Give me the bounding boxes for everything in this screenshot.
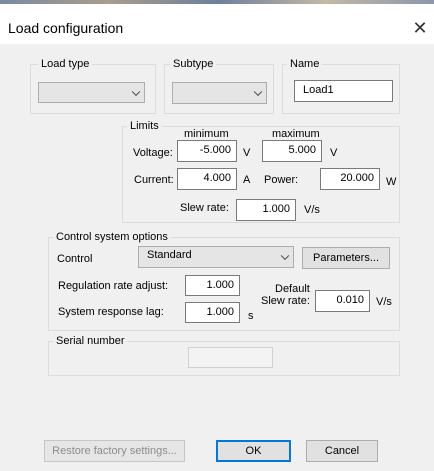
chevron-down-icon <box>131 87 141 96</box>
load-type-select[interactable] <box>38 82 145 103</box>
response-lag-input[interactable]: 1.000 <box>185 302 240 323</box>
maximum-header: maximum <box>272 128 320 140</box>
control-label: Control <box>57 253 93 265</box>
window-title: Load configuration <box>8 20 124 36</box>
response-lag-unit: s <box>248 310 254 322</box>
parameters-button[interactable]: Parameters... <box>302 247 390 269</box>
current-label: Current: <box>134 174 174 186</box>
power-input[interactable]: 20.000 <box>320 168 380 190</box>
default-slew-rate-input[interactable]: 0.010 <box>315 290 370 312</box>
voltage-max-input[interactable]: 5.000 <box>262 140 322 162</box>
regulation-rate-label: Regulation rate adjust: <box>58 280 169 292</box>
subtype-select[interactable] <box>172 82 267 104</box>
control-value: Standard <box>147 249 192 261</box>
serial-number-label: Serial number <box>53 335 128 347</box>
slew-rate-input[interactable]: 1.000 <box>236 199 296 221</box>
current-input[interactable]: 4.000 <box>177 168 237 190</box>
voltage-min-input[interactable]: -5.000 <box>177 140 237 162</box>
current-unit: A <box>243 174 251 186</box>
response-lag-label: System response lag: <box>58 306 164 318</box>
restore-factory-settings-button[interactable]: Restore factory settings... <box>44 440 185 462</box>
load-type-label: Load type <box>38 58 93 70</box>
title-bar: Load configuration ✕ <box>0 4 434 44</box>
slew-rate-label: Slew rate: <box>180 202 229 214</box>
close-icon[interactable]: ✕ <box>406 16 434 40</box>
name-label: Name <box>287 58 323 70</box>
cancel-button[interactable]: Cancel <box>306 440 378 462</box>
voltage-max-unit: V <box>330 147 338 159</box>
serial-number-field <box>188 347 273 368</box>
control-select[interactable]: Standard <box>138 246 294 268</box>
load-configuration-dialog: Load configuration ✕ Load type Subtype N… <box>0 0 434 471</box>
minimum-header: minimum <box>184 128 229 140</box>
power-unit: W <box>386 176 397 188</box>
subtype-label: Subtype <box>170 58 217 70</box>
regulation-rate-input[interactable]: 1.000 <box>185 275 240 296</box>
control-system-label: Control system options <box>53 231 171 243</box>
limits-label: Limits <box>127 120 162 132</box>
power-label: Power: <box>264 174 299 186</box>
voltage-label: Voltage: <box>133 147 173 159</box>
ok-button[interactable]: OK <box>216 440 291 462</box>
default-slew-rate-unit: V/s <box>376 296 392 308</box>
default-label: Default <box>275 283 310 295</box>
name-input[interactable]: Load1 <box>294 80 393 102</box>
chevron-down-icon <box>280 251 290 261</box>
voltage-min-unit: V <box>243 147 251 159</box>
chevron-down-icon <box>253 87 263 97</box>
default-slew-rate-label: Slew rate: <box>261 295 310 307</box>
slew-rate-unit: V/s <box>304 204 320 216</box>
